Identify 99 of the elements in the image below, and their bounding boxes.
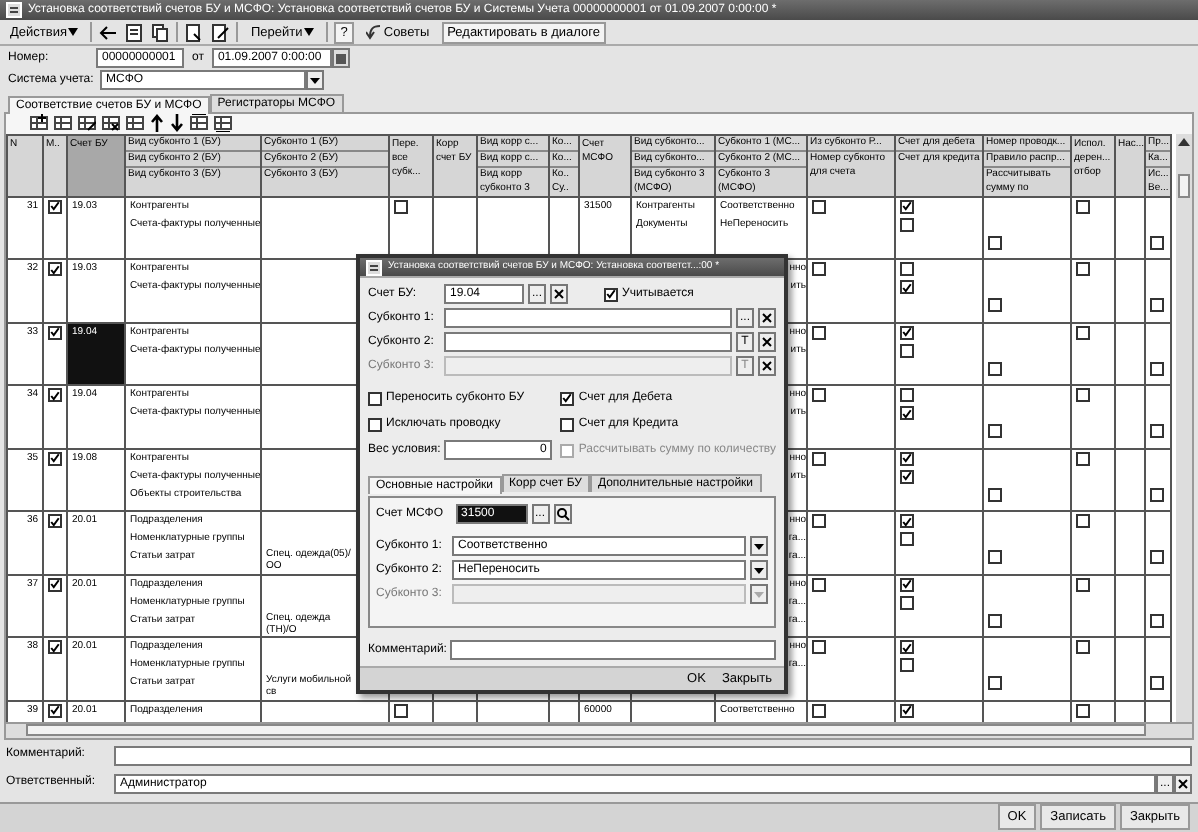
checkbox[interactable] — [1076, 325, 1090, 340]
checkbox[interactable] — [1076, 451, 1090, 466]
checkbox[interactable] — [900, 469, 914, 484]
checkbox[interactable] — [604, 287, 619, 301]
checkbox[interactable] — [812, 514, 826, 529]
search-icon[interactable] — [553, 504, 572, 524]
comment-field[interactable] — [114, 745, 1192, 766]
checkbox[interactable] — [900, 577, 914, 592]
calendar-icon[interactable] — [331, 48, 350, 69]
checkbox[interactable] — [368, 417, 382, 431]
checkbox[interactable] — [394, 703, 408, 718]
checkbox[interactable] — [812, 640, 826, 655]
checkbox[interactable] — [48, 451, 62, 466]
checkbox[interactable] — [812, 451, 826, 466]
checkbox[interactable] — [988, 550, 1002, 565]
checkbox[interactable] — [48, 388, 62, 403]
edit-row-icon[interactable] — [78, 114, 96, 133]
checkbox[interactable] — [48, 325, 62, 340]
caret-icon — [304, 28, 315, 37]
checkbox[interactable] — [988, 676, 1002, 691]
checkbox[interactable] — [812, 577, 826, 592]
down-arrow-icon[interactable] — [170, 114, 184, 133]
checkbox[interactable] — [368, 391, 382, 405]
checkbox[interactable] — [1150, 550, 1164, 565]
arrow-icon — [365, 24, 382, 41]
checkbox[interactable] — [900, 262, 914, 277]
subconto-field[interactable] — [444, 332, 732, 352]
checkbox[interactable] — [900, 325, 914, 340]
checkbox[interactable] — [812, 325, 826, 340]
edit-document-icon[interactable] — [210, 23, 231, 42]
clear-icon[interactable] — [550, 284, 569, 304]
checkbox[interactable] — [1076, 514, 1090, 529]
dropdown-icon[interactable] — [306, 70, 324, 91]
checkbox[interactable] — [48, 514, 62, 529]
checkbox[interactable] — [988, 424, 1002, 439]
checkbox[interactable] — [1150, 613, 1164, 628]
checkbox[interactable] — [1150, 361, 1164, 376]
window-icon — [366, 259, 382, 275]
checkbox[interactable] — [988, 613, 1002, 628]
checkbox[interactable] — [1076, 199, 1090, 214]
checkbox[interactable] — [560, 391, 575, 405]
table-icon[interactable] — [126, 114, 144, 133]
checkbox[interactable] — [1150, 235, 1164, 250]
clear-icon[interactable] — [758, 308, 776, 328]
checkbox[interactable] — [1150, 487, 1164, 502]
scrollbar-thumb[interactable] — [26, 724, 1146, 737]
checkbox[interactable] — [48, 703, 62, 718]
checkbox[interactable] — [1076, 577, 1090, 592]
checkbox[interactable] — [900, 703, 914, 718]
checkbox[interactable] — [988, 487, 1002, 502]
comment-field[interactable] — [450, 640, 776, 660]
dropdown-icon[interactable] — [750, 536, 768, 556]
checkbox[interactable] — [48, 262, 62, 277]
checkbox[interactable] — [1076, 640, 1090, 655]
checkbox[interactable] — [900, 451, 914, 466]
checkbox[interactable] — [1076, 262, 1090, 277]
checkbox[interactable] — [812, 388, 826, 403]
checkbox[interactable] — [988, 361, 1002, 376]
delete-row-icon[interactable] — [102, 114, 120, 133]
checkbox[interactable] — [812, 262, 826, 277]
clear-icon[interactable] — [1174, 773, 1192, 794]
checkbox[interactable] — [1150, 424, 1164, 439]
checkbox[interactable] — [900, 658, 914, 673]
checkbox[interactable] — [812, 703, 826, 718]
checkbox[interactable] — [900, 199, 914, 214]
add-row-icon[interactable] — [30, 114, 48, 133]
checkbox[interactable] — [394, 199, 408, 214]
up-arrow-icon[interactable] — [150, 114, 164, 133]
copy-row-icon[interactable] — [54, 114, 72, 133]
checkbox[interactable] — [900, 595, 914, 610]
checkbox[interactable] — [900, 406, 914, 421]
checkbox[interactable] — [1076, 703, 1090, 718]
checkbox[interactable] — [900, 280, 914, 295]
subconto-field[interactable] — [444, 308, 732, 328]
checkbox[interactable] — [1076, 388, 1090, 403]
checkbox[interactable] — [900, 388, 914, 403]
checkbox[interactable] — [812, 199, 826, 214]
checkbox[interactable] — [900, 343, 914, 358]
window-icon — [6, 2, 22, 19]
checkbox[interactable] — [560, 417, 575, 431]
caret-icon — [68, 28, 79, 37]
checkbox[interactable] — [48, 640, 62, 655]
dropdown-icon[interactable] — [750, 560, 768, 580]
checkbox[interactable] — [900, 514, 914, 529]
checkbox[interactable] — [900, 532, 914, 547]
back-arrow-icon[interactable] — [98, 23, 119, 42]
checkbox[interactable] — [988, 298, 1002, 313]
clear-icon[interactable] — [758, 356, 776, 376]
checkbox[interactable] — [988, 235, 1002, 250]
documents-icon[interactable] — [150, 23, 171, 42]
checkbox[interactable] — [1150, 676, 1164, 691]
document-icon[interactable] — [124, 23, 145, 42]
checkbox[interactable] — [48, 577, 62, 592]
checkbox[interactable] — [1150, 298, 1164, 313]
checkbox[interactable] — [900, 640, 914, 655]
checkbox[interactable] — [900, 217, 914, 232]
checkbox[interactable] — [48, 199, 62, 214]
clear-icon[interactable] — [758, 332, 776, 352]
scrollbar-thumb[interactable] — [1178, 173, 1190, 198]
